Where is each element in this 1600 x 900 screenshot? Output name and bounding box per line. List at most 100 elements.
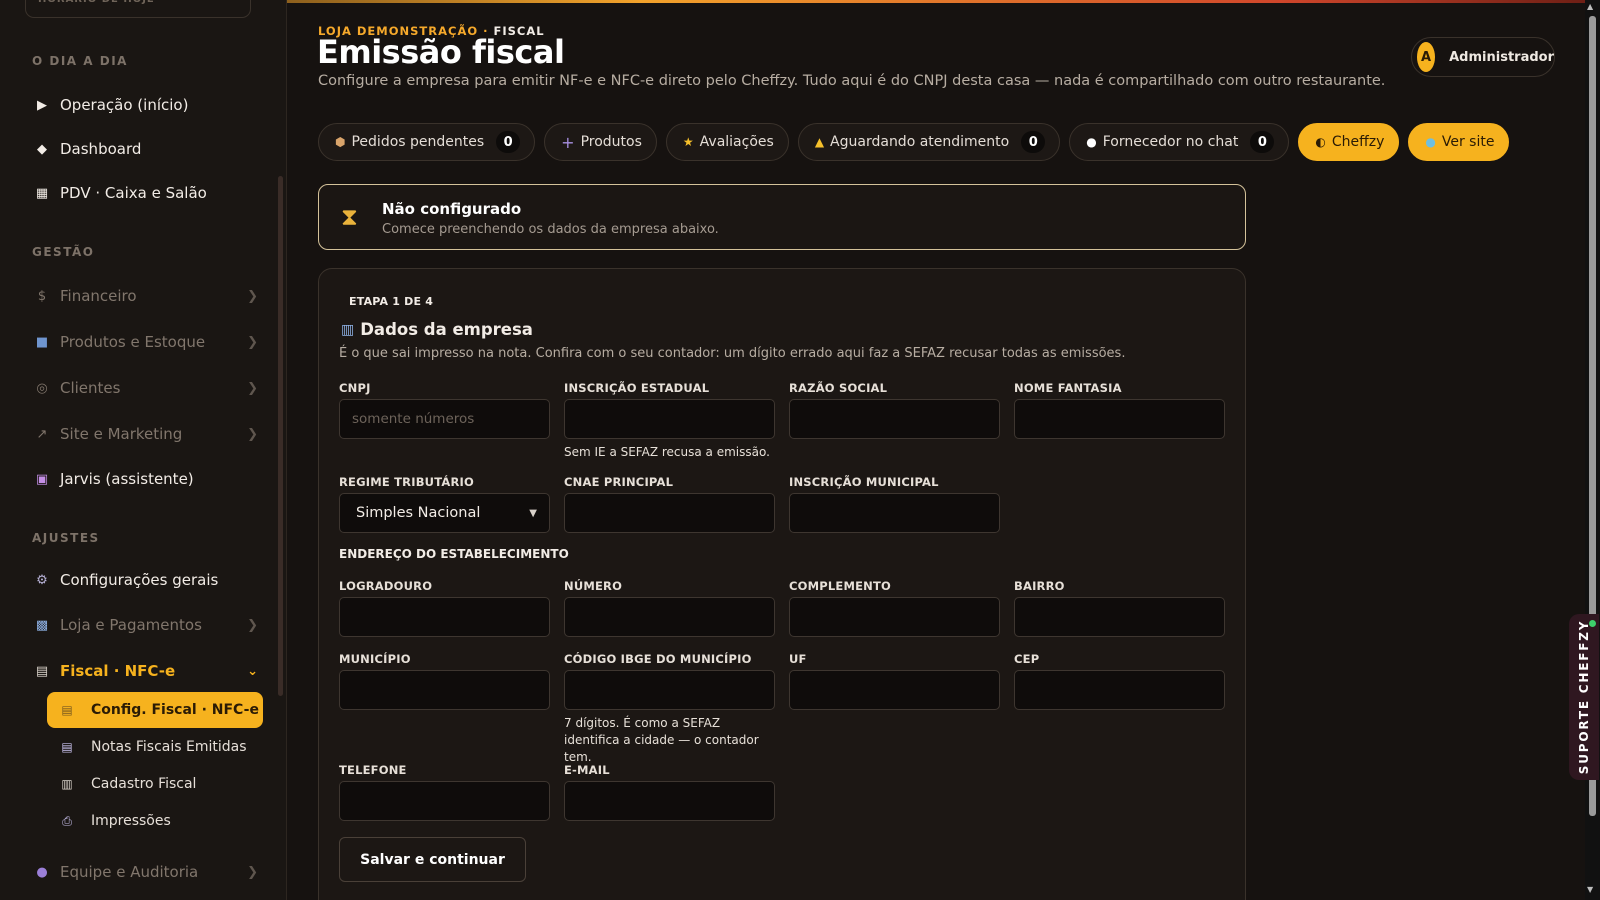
page-subtitle: Configure a empresa para emitir NF-e e N… (318, 73, 1386, 89)
sidebar-item-label: Site e Marketing (60, 425, 183, 443)
state-registration-field[interactable] (564, 399, 775, 439)
sidebar-item-financeiro[interactable]: $ Financeiro ❯ (28, 278, 258, 314)
sidebar-item-equipe[interactable]: ● Equipe e Auditoria ❯ (28, 854, 258, 890)
user-menu[interactable]: A Administrador (1411, 37, 1555, 77)
chip-label: Aguardando atendimento (830, 134, 1010, 150)
store-icon: ▩ (35, 617, 49, 633)
city-field[interactable] (339, 670, 550, 710)
chat-bubble-icon: ● (1086, 135, 1097, 149)
tax-regime-select[interactable]: Simples Nacional ▼ (339, 493, 550, 533)
cnpj-field[interactable] (339, 399, 550, 439)
sidebar-item-site-marketing[interactable]: ↗ Site e Marketing ❯ (28, 416, 258, 452)
support-tab[interactable]: SUPORTE CHEFFZY (1569, 614, 1599, 780)
sidebar-item-label: Configurações gerais (60, 571, 219, 589)
sidebar-item-pdv[interactable]: ▦ PDV · Caixa e Salão (28, 175, 258, 211)
street-field[interactable] (339, 597, 550, 637)
sidebar-subitem-impressoes[interactable]: ⎙ Impressões (47, 803, 263, 839)
sidebar-item-clientes[interactable]: ◎ Clientes ❯ (28, 370, 258, 406)
email-field[interactable] (564, 781, 775, 821)
play-icon: ▶ (37, 97, 47, 113)
ibge-hint: 7 dígitos. É como a SEFAZ identifica a c… (564, 716, 759, 764)
chevron-right-icon: ❯ (247, 288, 258, 304)
municipio-label: MUNICÍPIO (339, 652, 411, 666)
trade-name-field[interactable] (1014, 399, 1225, 439)
section-title-text: Dados da empresa (360, 320, 533, 339)
telefone-label: TELEFONE (339, 763, 407, 777)
sidebar-item-label: Financeiro (60, 287, 137, 305)
reviews-chip[interactable]: ★ Avaliações (665, 123, 789, 161)
sidebar-scrollbar[interactable] (278, 176, 283, 696)
municipal-registration-field[interactable] (789, 493, 1000, 533)
step-indicator: ETAPA 1 DE 4 (349, 295, 434, 308)
chip-label: Cheffzy (1331, 134, 1385, 150)
waiting-service-chip[interactable]: ▲ Aguardando atendimento 0 (797, 123, 1061, 161)
razao-label: RAZÃO SOCIAL (789, 381, 888, 395)
receipt-icon: ▤ (35, 663, 49, 679)
sidebar-subitem-notas-emitidas[interactable]: ▤ Notas Fiscais Emitidas (47, 729, 263, 765)
status-title: Não configurado (382, 200, 522, 218)
tax-regime-value: Simples Nacional (356, 505, 481, 521)
ibge-code-field[interactable] (564, 670, 775, 710)
scroll-down-icon[interactable]: ▼ (1587, 885, 1593, 894)
numero-label: NÚMERO (564, 579, 623, 593)
section-label-daily: O DIA A DIA (32, 54, 128, 68)
half-moon-icon: ◐ (1315, 135, 1326, 149)
save-continue-button[interactable]: Salvar e continuar (339, 837, 526, 882)
complement-field[interactable] (789, 597, 1000, 637)
today-hours-pill[interactable]: HORÁRIO DE HOJE (25, 0, 251, 18)
status-message: Comece preenchendo os dados da empresa a… (382, 222, 719, 237)
sidebar-subitem-config-fiscal[interactable]: ▤ Config. Fiscal · NFC-e (47, 692, 263, 728)
sidebar-item-operation[interactable]: ▶ Operação (início) (28, 87, 258, 123)
sidebar-subitem-cadastro-fiscal[interactable]: ▥ Cadastro Fiscal (47, 766, 263, 802)
section-title: ▥ Dados da empresa (341, 320, 533, 339)
scroll-up-icon[interactable]: ▲ (1587, 2, 1593, 11)
sidebar-item-dashboard[interactable]: ◆ Dashboard (28, 131, 258, 167)
cheffzy-chip[interactable]: ◐ Cheffzy (1298, 123, 1400, 161)
cnpj-label: CNPJ (339, 381, 371, 395)
phone-field[interactable] (339, 781, 550, 821)
sidebar-item-label: Jarvis (assistente) (60, 470, 194, 488)
sidebar-item-label: Fiscal · NFC-e (60, 662, 176, 680)
sidebar-item-loja-pagamentos[interactable]: ▩ Loja e Pagamentos ❯ (28, 607, 258, 643)
chevron-right-icon: ❯ (247, 334, 258, 350)
chip-label: Produtos (580, 134, 642, 150)
sidebar-item-config-gerais[interactable]: ⚙ Configurações gerais (28, 562, 258, 598)
arrow-icon: ↗ (36, 426, 48, 442)
regime-label: REGIME TRIBUTÁRIO (339, 475, 474, 489)
ie-hint: Sem IE a SEFAZ recusa a emissão. (564, 445, 770, 459)
im-label: INSCRIÇÃO MUNICIPAL (789, 475, 939, 489)
online-status-dot (1589, 620, 1596, 627)
pending-orders-chip[interactable]: ⬢ Pedidos pendentes 0 (318, 123, 536, 161)
view-site-chip[interactable]: ● Ver site (1408, 123, 1510, 161)
bairro-label: BAIRRO (1014, 579, 1065, 593)
sidebar-item-fiscal[interactable]: ▤ Fiscal · NFC-e ⌄ (28, 653, 258, 689)
fantasia-label: NOME FANTASIA (1014, 381, 1122, 395)
cnae-field[interactable] (564, 493, 775, 533)
sidebar-item-label: Notas Fiscais Emitidas (91, 739, 247, 755)
target-icon: ◎ (36, 380, 48, 396)
number-field[interactable] (564, 597, 775, 637)
chip-label: Pedidos pendentes (351, 134, 485, 150)
logradouro-label: LOGRADOURO (339, 579, 433, 593)
ie-label: INSCRIÇÃO ESTADUAL (564, 381, 710, 395)
chevron-down-icon: ▼ (529, 507, 537, 519)
sidebar-item-produtos-estoque[interactable]: ■ Produtos e Estoque ❯ (28, 324, 258, 360)
neighborhood-field[interactable] (1014, 597, 1225, 637)
company-name-field[interactable] (789, 399, 1000, 439)
building-icon: ▥ (341, 321, 355, 338)
zip-code-field[interactable] (1014, 670, 1225, 710)
sidebar-item-label: Produtos e Estoque (60, 333, 206, 351)
address-group-title: ENDEREÇO DO ESTABELECIMENTO (339, 547, 569, 561)
document-icon: ▤ (61, 703, 73, 717)
sidebar-item-jarvis[interactable]: ▣ Jarvis (assistente) (28, 461, 258, 497)
email-label: E-MAIL (564, 763, 610, 777)
state-field[interactable] (789, 670, 1000, 710)
printer-icon: ⎙ (62, 813, 72, 828)
products-chip[interactable]: + Produtos (544, 123, 657, 161)
page-title: Emissão fiscal (317, 33, 565, 71)
sidebar-item-label: Clientes (60, 379, 121, 397)
sidebar-item-label: Equipe e Auditoria (60, 863, 199, 881)
supplier-chat-chip[interactable]: ● Fornecedor no chat 0 (1069, 123, 1290, 161)
plus-icon: + (561, 132, 575, 152)
complemento-label: COMPLEMENTO (789, 579, 892, 593)
